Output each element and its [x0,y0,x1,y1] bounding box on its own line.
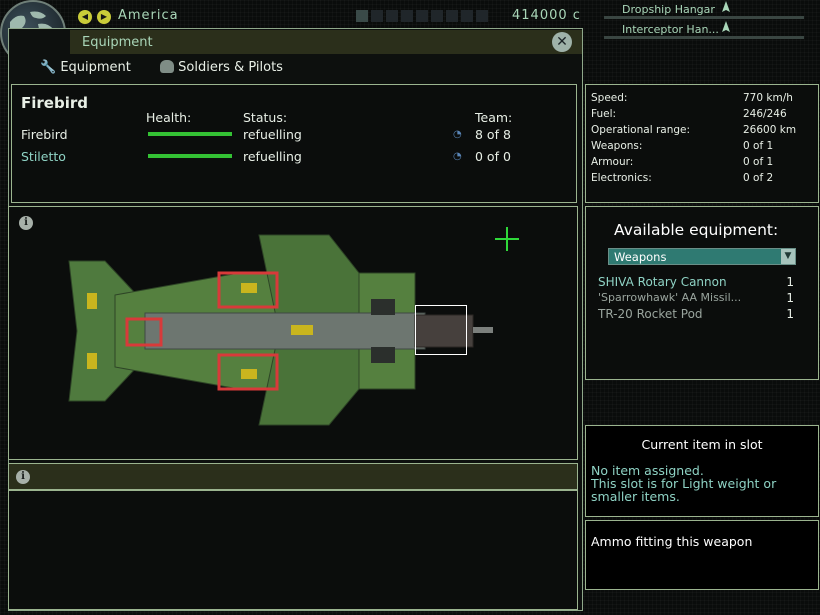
ammo-panel: Ammo fitting this weapon [585,520,819,590]
tab-label: Equipment [60,60,131,75]
info-icon[interactable]: i [19,216,33,230]
team-header: Team: [475,110,513,125]
stat-label: Weapons: [591,140,643,152]
tab-label: Soldiers & Pilots [178,60,283,75]
craft-name: Firebird [21,94,88,112]
health-bar [148,132,232,136]
panel-title: Equipment [82,35,153,50]
helmet-icon [160,60,174,73]
stat-label: Electronics: [591,172,652,184]
hangar-link-interceptor[interactable]: Interceptor Han... [622,22,719,36]
base-slots-indicator [356,10,491,25]
craft-row[interactable]: Firebird refuelling ◔ 8 of 8 [21,127,561,143]
equipment-qty: 1 [786,307,794,321]
item-details-area [8,490,578,610]
status-header: Status: [243,110,288,125]
ammo-title: Ammo fitting this weapon [591,534,753,549]
craft-row-name: Stiletto [21,149,66,164]
craft-row-status: refuelling [243,149,302,164]
craft-row-team: 8 of 8 [475,127,511,142]
equipment-item[interactable]: TR-20 Rocket Pod 1 [598,307,794,322]
hangar-link-label: Dropship Hangar [622,3,715,16]
wrench-icon: 🔧 [40,60,57,75]
craft-stats-panel: Speed: 770 km/h Fuel: 246/246 Operationa… [585,84,819,203]
hangar-link-dropship[interactable]: Dropship Hangar [622,2,715,16]
equipment-item[interactable]: 'Sparrowhawk' AA Missil... 1 [598,291,794,306]
hangar-divider [604,16,804,19]
stat-label: Operational range: [591,124,691,136]
interceptor-craft-icon [720,20,732,34]
equipment-name: SHIVA Rotary Cannon [598,275,727,289]
craft-view: i [8,206,578,460]
equipment-name: 'Sparrowhawk' AA Missil... [598,291,742,304]
base-name: America [118,8,179,23]
available-equipment-title: Available equipment: [614,221,779,239]
stat-label: Armour: [591,156,634,168]
tab-soldiers-pilots[interactable]: Soldiers & Pilots [160,60,283,75]
hangar-link-label: Interceptor Han... [622,23,719,36]
item-info-bar: i [8,463,578,490]
stat-value: 26600 km [743,124,797,136]
chevron-down-icon: ▼ [781,249,795,264]
tab-equipment[interactable]: 🔧 Equipment [40,60,131,75]
equipment-qty: 1 [786,275,794,289]
current-slot-panel: Current item in slot No item assigned. T… [585,425,819,517]
pilot-icon: ◔ [453,129,462,140]
stat-value: 0 of 1 [743,140,774,152]
craft-row-name: Firebird [21,127,68,142]
hangar-divider [604,36,804,39]
dropship-craft-icon [720,0,732,14]
craft-row[interactable]: Stiletto refuelling ◔ 0 of 0 [21,149,561,165]
previous-base-button[interactable]: ◀ [78,10,92,24]
equipment-category-select[interactable]: Weapons ▼ [608,248,796,265]
equipment-name: TR-20 Rocket Pod [598,307,703,321]
health-header: Health: [146,110,192,125]
health-bar [148,154,232,158]
craft-row-status: refuelling [243,127,302,142]
close-button[interactable]: ✕ [552,32,572,52]
equipment-item[interactable]: SHIVA Rotary Cannon 1 [598,275,794,290]
current-slot-title: Current item in slot [641,437,763,452]
stat-value: 0 of 1 [743,156,774,168]
next-base-button[interactable]: ▶ [97,10,111,24]
equipment-qty: 1 [786,291,794,305]
selected-category: Weapons [614,250,667,264]
stat-value: 246/246 [743,108,787,120]
craft-row-team: 0 of 0 [475,149,511,164]
slot-description: smaller items. [591,489,680,504]
stat-label: Speed: [591,92,628,104]
credits-display: 414000 c [512,8,581,23]
craft-team-panel [11,84,577,203]
pilot-icon: ◔ [453,151,462,162]
stat-value: 0 of 2 [743,172,774,184]
weapon-slot-selector[interactable] [415,305,467,355]
info-icon[interactable]: i [16,470,30,484]
stat-label: Fuel: [591,108,617,120]
stat-value: 770 km/h [743,92,793,104]
